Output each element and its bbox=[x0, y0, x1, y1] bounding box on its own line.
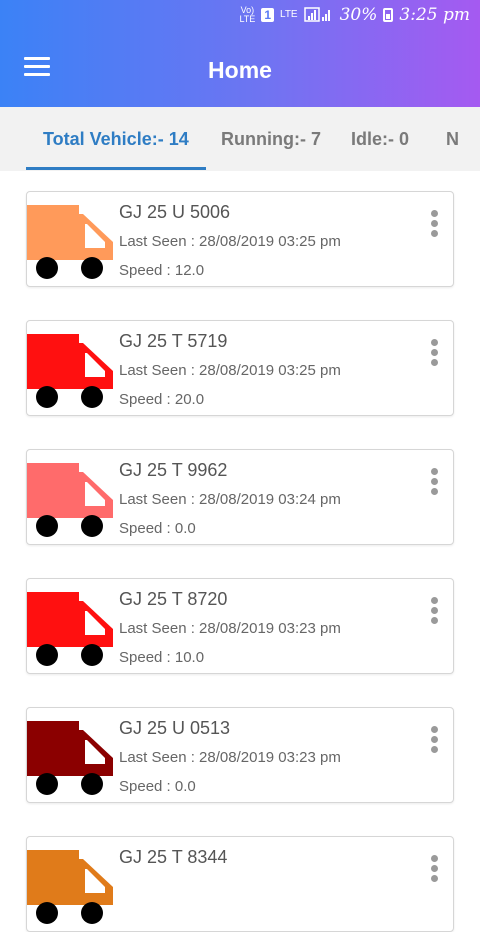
more-vert-icon[interactable] bbox=[429, 339, 439, 371]
vehicle-speed: Speed : 0.0 bbox=[119, 520, 196, 537]
signal-icon bbox=[303, 6, 334, 24]
page-title: Home bbox=[208, 57, 272, 83]
tab-idle[interactable]: Idle:- 0 bbox=[351, 129, 409, 150]
more-vert-icon[interactable] bbox=[429, 210, 439, 242]
vehicle-speed: Speed : 10.0 bbox=[119, 649, 205, 666]
clock: 3:25 pm bbox=[399, 5, 470, 25]
more-vert-icon[interactable] bbox=[429, 855, 439, 887]
battery-percent: 30% bbox=[339, 5, 378, 25]
vehicle-last-seen: Last Seen : 28/08/2019 03:25 pm bbox=[119, 362, 341, 379]
active-tab-indicator bbox=[26, 167, 206, 170]
volte-icon: Vo) LTE bbox=[239, 5, 256, 24]
status-icons: Vo) LTE 1 LTE 30% 3:25 pm bbox=[239, 5, 470, 25]
vehicle-number: GJ 25 T 8344 bbox=[119, 847, 228, 867]
vehicle-number: GJ 25 U 5006 bbox=[119, 202, 231, 222]
vehicle-last-seen: Last Seen : 28/08/2019 03:24 pm bbox=[119, 491, 341, 508]
vehicle-number: GJ 25 U 0513 bbox=[119, 718, 231, 738]
vehicle-number: GJ 25 T 9962 bbox=[119, 460, 228, 480]
truck-icon bbox=[27, 463, 113, 537]
truck-icon bbox=[27, 205, 113, 279]
battery-icon bbox=[383, 8, 394, 22]
vehicle-speed: Speed : 0.0 bbox=[119, 778, 196, 795]
vehicle-number: GJ 25 T 8720 bbox=[119, 589, 228, 609]
vehicle-card[interactable]: GJ 25 T 5719 Last Seen : 28/08/2019 03:2… bbox=[26, 320, 454, 416]
lte-icon: LTE bbox=[280, 9, 298, 20]
truck-icon bbox=[27, 592, 113, 666]
more-vert-icon[interactable] bbox=[429, 726, 439, 758]
more-vert-icon[interactable] bbox=[429, 468, 439, 500]
truck-icon bbox=[27, 850, 113, 924]
vehicle-number: GJ 25 T 5719 bbox=[119, 331, 228, 351]
truck-icon bbox=[27, 721, 113, 795]
sim-icon: 1 bbox=[261, 8, 274, 22]
truck-icon bbox=[27, 334, 113, 408]
vehicle-speed: Speed : 20.0 bbox=[119, 391, 205, 408]
vehicle-card[interactable]: GJ 25 U 5006 Last Seen : 28/08/2019 03:2… bbox=[26, 191, 454, 287]
tab-next-partial[interactable]: N bbox=[446, 129, 459, 150]
vehicle-card[interactable]: GJ 25 U 0513 Last Seen : 28/08/2019 03:2… bbox=[26, 707, 454, 803]
app-bar: Home bbox=[0, 31, 480, 107]
status-bar: Vo) LTE 1 LTE 30% 3:25 pm bbox=[0, 0, 480, 31]
vehicle-card[interactable]: GJ 25 T 8720 Last Seen : 28/08/2019 03:2… bbox=[26, 578, 454, 674]
vehicle-last-seen: Last Seen : 28/08/2019 03:23 pm bbox=[119, 749, 341, 766]
more-vert-icon[interactable] bbox=[429, 597, 439, 629]
tab-total-vehicle[interactable]: Total Vehicle:- 14 bbox=[43, 129, 189, 150]
vehicle-speed: Speed : 12.0 bbox=[119, 262, 205, 279]
vehicle-card[interactable]: GJ 25 T 8344 bbox=[26, 836, 454, 932]
vehicle-filter-tabs: Total Vehicle:- 14 Running:- 7 Idle:- 0 … bbox=[0, 107, 480, 171]
vehicle-last-seen: Last Seen : 28/08/2019 03:25 pm bbox=[119, 233, 341, 250]
vehicle-last-seen: Last Seen : 28/08/2019 03:23 pm bbox=[119, 620, 341, 637]
vehicle-card[interactable]: GJ 25 T 9962 Last Seen : 28/08/2019 03:2… bbox=[26, 449, 454, 545]
tab-running[interactable]: Running:- 7 bbox=[221, 129, 321, 150]
